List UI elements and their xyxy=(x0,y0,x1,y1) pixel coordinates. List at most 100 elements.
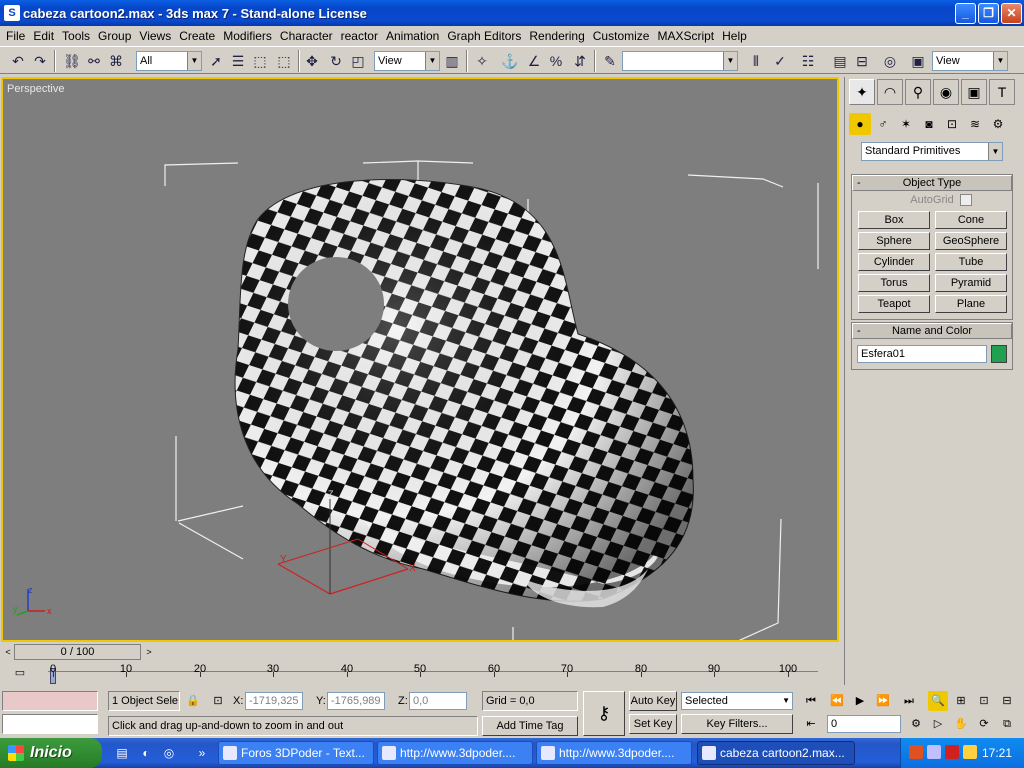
track-bar[interactable]: ▭ 0 10 20 30 40 50 60 70 80 90 100 xyxy=(0,662,844,688)
percent-snap-icon[interactable]: % xyxy=(546,51,566,71)
close-button[interactable]: ✕ xyxy=(1001,3,1022,24)
absolute-mode-icon[interactable]: ⊡ xyxy=(208,691,228,711)
y-coordinate-field[interactable]: -1765,989 xyxy=(327,692,385,710)
teapot-button[interactable]: Teapot xyxy=(858,295,930,313)
cone-button[interactable]: Cone xyxy=(935,211,1007,229)
select-object-icon[interactable]: ➚ xyxy=(206,51,226,71)
add-time-tag-button[interactable]: Add Time Tag xyxy=(482,716,578,736)
systems-icon[interactable]: ⚙ xyxy=(987,113,1009,135)
tray-icon[interactable] xyxy=(927,745,941,759)
spinner-snap-icon[interactable]: ⇵ xyxy=(570,51,590,71)
display-tab-icon[interactable]: ▣ xyxy=(961,79,987,105)
rectangular-selection-icon[interactable]: ⬚ xyxy=(250,51,270,71)
move-icon[interactable]: ✥ xyxy=(302,51,322,71)
motion-tab-icon[interactable]: ◉ xyxy=(933,79,959,105)
pivot-center-icon[interactable]: ▥ xyxy=(442,51,462,71)
field-of-view-icon[interactable]: ▷ xyxy=(928,714,948,734)
autogrid-checkbox[interactable] xyxy=(960,194,972,206)
select-manipulate-icon[interactable]: ✧ xyxy=(472,51,492,71)
menu-graph-editors[interactable]: Graph Editors xyxy=(443,29,525,43)
x-coordinate-field[interactable]: -1719,325 xyxy=(245,692,303,710)
redo-icon[interactable]: ↷ xyxy=(30,51,50,71)
maxscript-listener-mini[interactable] xyxy=(2,691,98,711)
maximize-viewport-icon[interactable]: ⧉ xyxy=(997,714,1017,734)
select-by-name-icon[interactable]: ☰ xyxy=(228,51,248,71)
menu-help[interactable]: Help xyxy=(718,29,751,43)
pyramid-button[interactable]: Pyramid xyxy=(935,274,1007,292)
3ds-max-icon[interactable]: S xyxy=(4,5,20,21)
select-and-link-icon[interactable]: ⛓ xyxy=(62,51,82,71)
key-mode-dropdown[interactable]: Selected ▼ xyxy=(681,692,793,710)
mirror-icon[interactable]: ⫴ xyxy=(746,51,766,71)
quick-launch-icon[interactable]: ▤ xyxy=(114,745,130,761)
sphere-button[interactable]: Sphere xyxy=(858,232,930,250)
space-warps-icon[interactable]: ≋ xyxy=(964,113,986,135)
mini-curve-editor-icon[interactable]: ▭ xyxy=(12,666,28,680)
start-button[interactable]: Inicio xyxy=(0,738,102,768)
maximize-button[interactable]: ❐ xyxy=(978,3,999,24)
time-slider-thumb[interactable]: 0 / 100 xyxy=(14,644,141,660)
minimize-button[interactable]: _ xyxy=(955,3,976,24)
menu-modifiers[interactable]: Modifiers xyxy=(219,29,276,43)
menu-create[interactable]: Create xyxy=(175,29,219,43)
box-button[interactable]: Box xyxy=(858,211,930,229)
window-crossing-icon[interactable]: ⬚ xyxy=(274,51,294,71)
angle-snap-icon[interactable]: ∠ xyxy=(524,51,544,71)
named-selection-dropdown[interactable]: ▼ xyxy=(622,51,738,71)
object-type-header[interactable]: - Object Type xyxy=(852,175,1012,191)
bind-to-space-warp-icon[interactable]: ⌘ xyxy=(106,51,126,71)
menu-customize[interactable]: Customize xyxy=(589,29,654,43)
name-color-header[interactable]: - Name and Color xyxy=(852,323,1012,339)
next-frame-icon[interactable]: ⏩ xyxy=(873,691,893,711)
arc-rotate-icon[interactable]: ⟳ xyxy=(974,714,994,734)
zoom-all-icon[interactable]: ⊞ xyxy=(951,691,971,711)
quick-launch-icon[interactable]: ◎ xyxy=(161,745,177,761)
lock-selection-icon[interactable]: 🔒 xyxy=(183,691,203,711)
create-tab-icon[interactable]: ✦ xyxy=(849,79,875,105)
taskbar-task[interactable]: Foros 3DPoder - Text... xyxy=(218,741,374,765)
chevron-right-icon[interactable]: > xyxy=(143,645,155,659)
modify-tab-icon[interactable]: ◠ xyxy=(877,79,903,105)
align-icon[interactable]: ✓ xyxy=(770,51,790,71)
menu-tools[interactable]: Tools xyxy=(58,29,94,43)
object-name-field[interactable]: Esfera01 xyxy=(857,345,987,363)
menu-maxscript[interactable]: MAXScript xyxy=(653,29,718,43)
time-configuration-icon[interactable]: ⚙ xyxy=(906,714,926,734)
reference-coordinate-dropdown[interactable]: View ▼ xyxy=(374,51,440,71)
plane-button[interactable]: Plane xyxy=(935,295,1007,313)
scale-icon[interactable]: ◰ xyxy=(348,51,368,71)
tray-icon[interactable] xyxy=(945,745,959,759)
menu-rendering[interactable]: Rendering xyxy=(525,29,588,43)
menu-file[interactable]: File xyxy=(2,29,29,43)
menu-views[interactable]: Views xyxy=(135,29,175,43)
menu-animation[interactable]: Animation xyxy=(382,29,443,43)
utilities-tab-icon[interactable]: T xyxy=(989,79,1015,105)
curve-editor-icon[interactable]: ▤ xyxy=(830,51,850,71)
hierarchy-tab-icon[interactable]: ⚲ xyxy=(905,79,931,105)
selection-filter-dropdown[interactable]: All ▼ xyxy=(136,51,202,71)
helpers-icon[interactable]: ⊡ xyxy=(941,113,963,135)
taskbar-task-active[interactable]: cabeza cartoon2.max... xyxy=(697,741,855,765)
set-key-button[interactable]: Set Key xyxy=(629,714,677,734)
rotate-icon[interactable]: ↻ xyxy=(326,51,346,71)
play-icon[interactable]: ▶ xyxy=(850,691,870,711)
go-to-start-icon[interactable]: ⏮ xyxy=(801,691,821,711)
set-key-icon[interactable]: ⚷ xyxy=(583,691,625,736)
layer-manager-icon[interactable]: ☷ xyxy=(798,51,818,71)
chevron-icon[interactable]: » xyxy=(194,745,210,761)
unlink-icon[interactable]: ⚯ xyxy=(84,51,104,71)
geometry-icon[interactable]: ● xyxy=(849,113,871,135)
zoom-extents-all-icon[interactable]: ⊟ xyxy=(997,691,1017,711)
previous-frame-icon[interactable]: ⏪ xyxy=(827,691,847,711)
zoom-extents-icon[interactable]: ⊡ xyxy=(974,691,994,711)
perspective-viewport[interactable]: Perspective Y X Z z x y xyxy=(1,77,839,642)
key-mode-toggle-icon[interactable]: ⇤ xyxy=(801,714,821,734)
torus-button[interactable]: Torus xyxy=(858,274,930,292)
menu-reactor[interactable]: reactor xyxy=(337,29,382,43)
tube-button[interactable]: Tube xyxy=(935,253,1007,271)
quick-launch-icon[interactable]: ◐ xyxy=(138,745,154,761)
edit-named-selection-icon[interactable]: ✎ xyxy=(600,51,620,71)
tray-icon[interactable] xyxy=(963,745,977,759)
undo-icon[interactable]: ↶ xyxy=(8,51,28,71)
schematic-view-icon[interactable]: ⊟ xyxy=(852,51,872,71)
